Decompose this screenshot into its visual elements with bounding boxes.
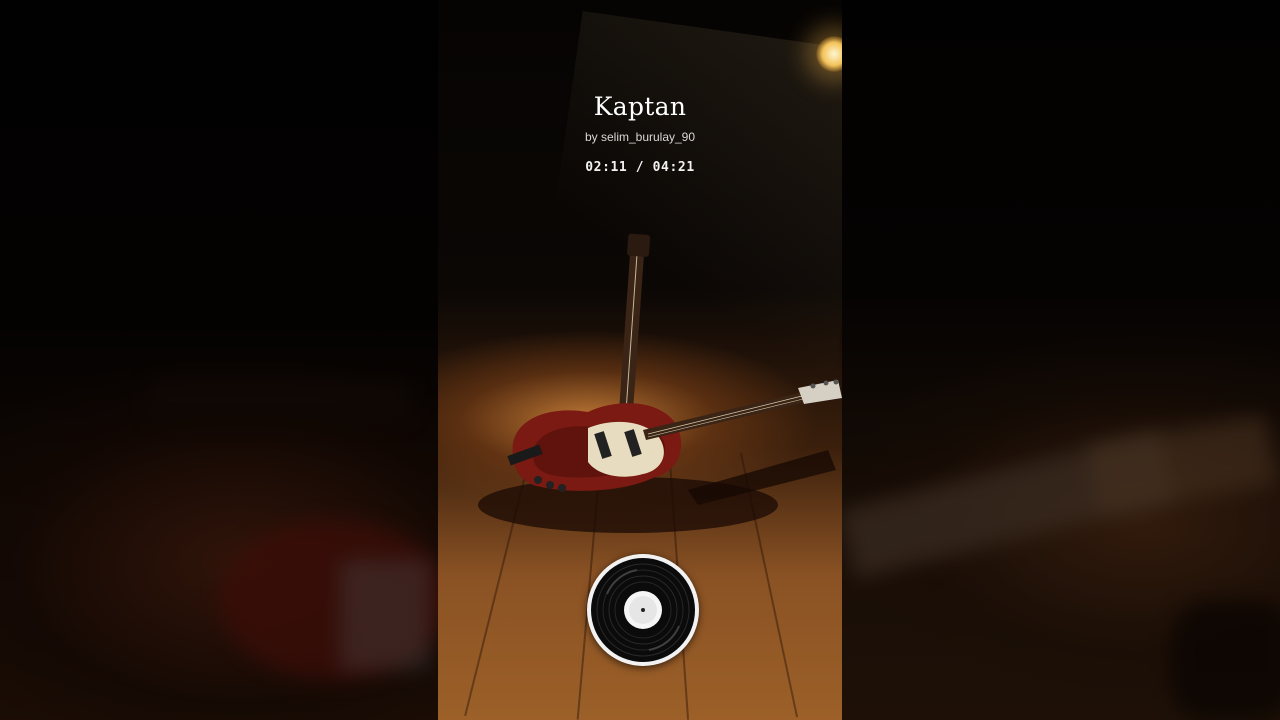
playback-time: 02:11 / 04:21 <box>585 160 695 175</box>
vinyl-record-icon[interactable] <box>587 554 699 666</box>
track-artist: by selim_burulay_90 <box>584 130 696 144</box>
player-stage: Kaptan by selim_burulay_90 02:11 / 04:21 <box>0 0 1280 720</box>
track-title: Kaptan <box>593 92 687 121</box>
